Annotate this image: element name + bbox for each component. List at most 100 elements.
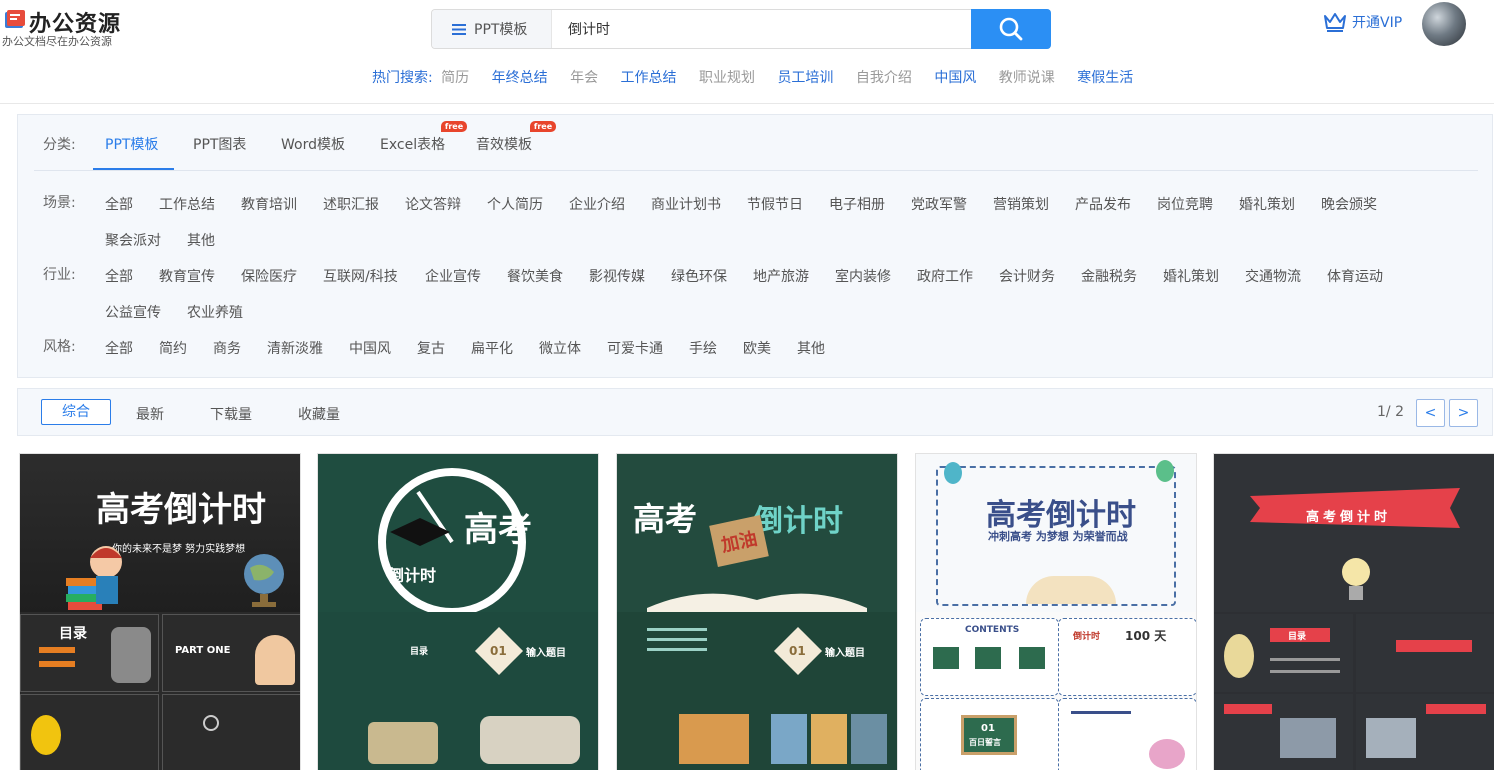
sort-comprehensive[interactable]: 综合 [41,399,111,425]
style-option[interactable]: 欧美 [743,338,771,358]
vip-link[interactable]: 开通VIP [1323,12,1402,32]
hot-term[interactable]: 中国风 [934,70,976,86]
scene-option[interactable]: 论文答辩 [405,194,461,214]
hot-term[interactable]: 自我介绍 [856,70,912,86]
category-label: 分类: [43,137,76,153]
industry-option[interactable]: 会计财务 [999,266,1055,286]
industry-option[interactable]: 餐饮美食 [507,266,563,286]
style-option[interactable]: 可爱卡通 [607,338,663,358]
category-tab-ppt-chart[interactable]: PPT图表 [193,134,246,154]
search-button[interactable] [971,9,1051,49]
scene-option[interactable]: 聚会派对 [105,230,161,250]
style-option[interactable]: 商务 [213,338,241,358]
card-thumbnail: 目录 [20,614,159,692]
scene-option[interactable]: 营销策划 [993,194,1049,214]
hot-term[interactable]: 简历 [441,70,469,86]
industry-option[interactable]: 教育宣传 [159,266,215,286]
filter-panel: 分类: PPT模板 PPT图表 Word模板 Excel表格 free 音效模板… [17,114,1493,378]
industry-option[interactable]: 农业养殖 [187,302,243,322]
industry-option[interactable]: 影视传媒 [589,266,645,286]
template-card[interactable]: 高考倒计时 冲刺高考 为梦想 为荣誉而战 CONTENTS 倒计时 100 天 … [915,453,1197,770]
card-thumbnail: 倒计时 100 天 [1058,618,1196,696]
industry-option[interactable]: 绿色环保 [671,266,727,286]
card-thumbnail: 高考倒计时 你的未来不是梦 努力实践梦想 [20,454,300,612]
scene-option[interactable]: 工作总结 [159,194,215,214]
logo[interactable]: 办公资源 办公文档尽在办公资源 [2,4,122,48]
hot-term[interactable]: 年会 [570,70,598,86]
scene-option[interactable]: 企业介绍 [569,194,625,214]
industry-option[interactable]: 地产旅游 [753,266,809,286]
card-title: 高考 [464,510,532,550]
template-card[interactable]: 高考 倒计时 加油 01 输入题目 [616,453,898,770]
scene-option[interactable]: 商业计划书 [651,194,721,214]
category-tab-word[interactable]: Word模板 [281,134,345,154]
category-tab-audio[interactable]: 音效模板 [476,134,532,154]
industry-option[interactable]: 保险医疗 [241,266,297,286]
card-slide-label: 输入题目 [526,648,566,659]
industry-option[interactable]: 企业宣传 [425,266,481,286]
card-thumbnail: 高考倒计时 [1214,454,1494,612]
category-tab-ppt[interactable]: PPT模板 [105,134,158,154]
sort-favorites[interactable]: 收藏量 [298,404,340,424]
sort-latest[interactable]: 最新 [136,404,164,424]
scene-option[interactable]: 岗位竞聘 [1157,194,1213,214]
scene-option[interactable]: 个人简历 [487,194,543,214]
card-slide-label: 倒计时 [1073,632,1101,642]
card-thumbnail [20,694,159,770]
template-card[interactable]: 高考 倒计时 目录 01 输入题目 [317,453,599,770]
style-option[interactable]: 微立体 [539,338,581,358]
card-thumbnail [759,694,897,770]
avatar[interactable] [1422,2,1466,46]
category-tab-excel[interactable]: Excel表格 [380,134,445,154]
style-option[interactable]: 扁平化 [471,338,513,358]
industry-option[interactable]: 政府工作 [917,266,973,286]
style-option[interactable]: 中国风 [349,338,391,358]
hot-term[interactable]: 员工培训 [777,70,833,86]
template-card[interactable]: 高考倒计时 你的未来不是梦 努力实践梦想 目录 PART ONE [19,453,301,770]
scene-option[interactable]: 节假节日 [747,194,803,214]
industry-option[interactable]: 互联网/科技 [323,266,398,286]
scene-option[interactable]: 党政军警 [911,194,967,214]
next-page-button[interactable]: > [1449,399,1478,427]
scene-option[interactable]: 述职汇报 [323,194,379,214]
scene-option[interactable]: 产品发布 [1075,194,1131,214]
card-subtitle: 冲刺高考 为梦想 为荣誉而战 [988,530,1128,543]
industry-option[interactable]: 体育运动 [1327,266,1383,286]
hot-term[interactable]: 工作总结 [621,70,677,86]
industry-option[interactable]: 婚礼策划 [1163,266,1219,286]
hot-term[interactable]: 年终总结 [492,70,548,86]
industry-option[interactable]: 室内装修 [835,266,891,286]
search-type-dropdown[interactable]: PPT模板 [432,10,552,48]
site-header: 办公资源 办公文档尽在办公资源 PPT模板 热门搜索: 简历 年终总结 年会 工… [0,0,1494,104]
style-option[interactable]: 复古 [417,338,445,358]
card-slide-label: 目录 [59,626,87,642]
scene-option[interactable]: 晚会颁奖 [1321,194,1377,214]
scene-option[interactable]: 婚礼策划 [1239,194,1295,214]
prev-page-button[interactable]: < [1416,399,1445,427]
scene-option[interactable]: 全部 [105,194,133,214]
style-option[interactable]: 手绘 [689,338,717,358]
industry-option[interactable]: 公益宣传 [105,302,161,322]
sort-bar: 综合 最新 下载量 收藏量 1/ 2 < > [17,388,1493,436]
search-input[interactable] [552,10,970,48]
industry-option[interactable]: 金融税务 [1081,266,1137,286]
hot-term[interactable]: 教师说课 [999,70,1055,86]
menu-icon [452,23,466,35]
hot-term[interactable]: 寒假生活 [1077,70,1133,86]
template-card[interactable]: 高考倒计时 目录 [1213,453,1494,770]
scene-option[interactable]: 其他 [187,230,215,250]
style-option[interactable]: 全部 [105,338,133,358]
card-thumbnail: 高考 倒计时 [318,454,598,612]
style-option[interactable]: 简约 [159,338,187,358]
card-thumbnail: 01 输入题目 [460,614,598,692]
style-option[interactable]: 清新淡雅 [267,338,323,358]
sort-downloads[interactable]: 下载量 [210,404,252,424]
industry-option[interactable]: 交通物流 [1245,266,1301,286]
card-thumbnail: 目录 [318,614,457,692]
page-indicator: 1/ 2 [1377,404,1404,420]
industry-option[interactable]: 全部 [105,266,133,286]
scene-option[interactable]: 电子相册 [829,194,885,214]
hot-term[interactable]: 职业规划 [699,70,755,86]
style-option[interactable]: 其他 [797,338,825,358]
scene-option[interactable]: 教育培训 [241,194,297,214]
